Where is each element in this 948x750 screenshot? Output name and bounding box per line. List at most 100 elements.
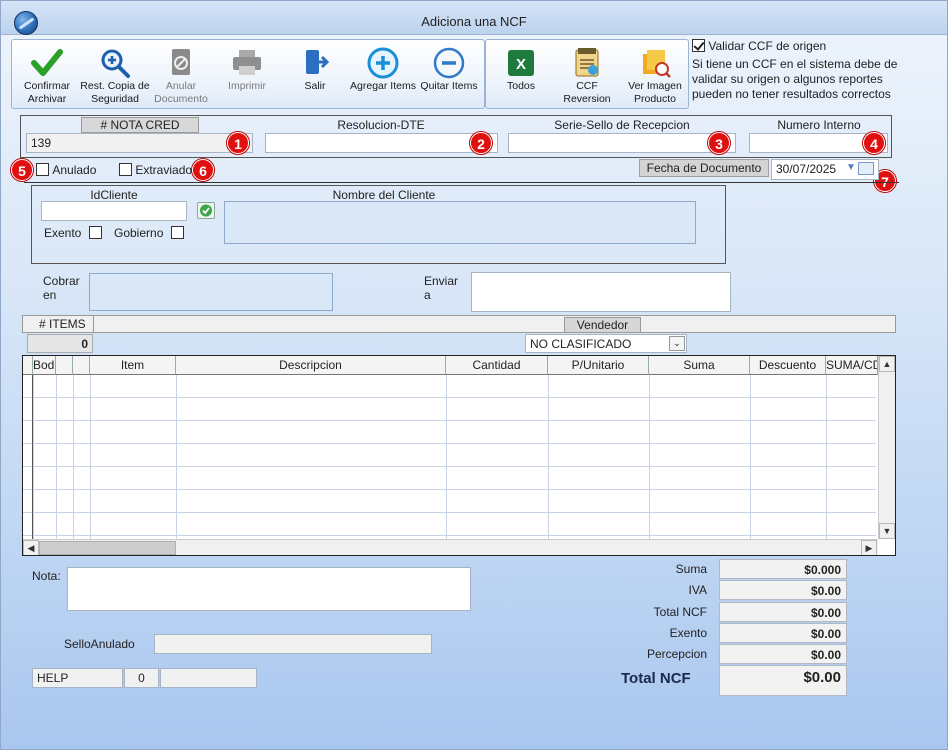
- grid-col-descuento[interactable]: Descuento: [750, 356, 826, 375]
- cobrar-en-field[interactable]: [89, 273, 333, 311]
- ccf-label: CCF Reversion: [563, 80, 611, 105]
- total-ncf-label: Total NCF: [653, 605, 707, 619]
- toolbar-export: X Todos CCF Reversion Ver Imagen Product…: [485, 39, 689, 109]
- nombre-cliente-field[interactable]: [224, 201, 696, 244]
- check-icon: [31, 49, 63, 76]
- grid-col-3[interactable]: [73, 356, 90, 375]
- grid-col-item[interactable]: Item: [90, 356, 176, 375]
- anular-label: Anular Documento: [154, 80, 208, 105]
- suma-label: Suma: [675, 562, 707, 576]
- cancel-document-icon: [172, 49, 190, 75]
- id-cliente-field[interactable]: [41, 201, 187, 221]
- quitar-items-button[interactable]: Quitar Items: [414, 40, 484, 110]
- grid-col-bodega[interactable]: Bodega: [33, 356, 56, 375]
- scroll-down-arrow-icon[interactable]: ▼: [879, 523, 895, 539]
- divider: [24, 182, 899, 183]
- anulado-checkbox[interactable]: [36, 163, 49, 177]
- grid-vertical-scrollbar[interactable]: ▲ ▼: [878, 356, 895, 539]
- validate-cliente-button[interactable]: [197, 202, 215, 219]
- gobierno-checkbox[interactable]: [170, 226, 184, 240]
- ccf-reversion-button[interactable]: CCF Reversion: [552, 40, 622, 110]
- rest-copia-button[interactable]: Rest. Copia de Seguridad: [80, 40, 150, 110]
- table-row[interactable]: [23, 444, 876, 467]
- table-row[interactable]: [23, 490, 876, 513]
- enviar-a-field[interactable]: [471, 272, 731, 312]
- grand-total-value: $0.00: [719, 665, 847, 696]
- table-row[interactable]: [23, 421, 876, 444]
- todos-label: Todos: [506, 80, 536, 92]
- extraviado-label: Extraviado: [135, 162, 193, 177]
- salir-button[interactable]: Salir: [280, 40, 350, 110]
- calendar-icon[interactable]: [858, 162, 874, 175]
- table-row[interactable]: [23, 513, 876, 536]
- nombre-cliente-label: Nombre del Cliente: [332, 188, 436, 202]
- grid-col-punitario[interactable]: P/Unitario: [548, 356, 649, 375]
- grid-col-suma[interactable]: Suma: [649, 356, 750, 375]
- check-circle-icon: [200, 204, 212, 217]
- grid-row-header: [23, 356, 33, 375]
- nota-field[interactable]: [67, 567, 471, 611]
- items-bar-sep: [93, 315, 94, 333]
- gobierno-label: Gobierno: [114, 225, 164, 240]
- table-row[interactable]: [23, 398, 876, 421]
- extraviado-checkbox[interactable]: [119, 163, 132, 177]
- table-row[interactable]: [23, 467, 876, 490]
- nota-cred-field[interactable]: 139: [26, 133, 253, 153]
- sello-anulado-field[interactable]: [154, 634, 432, 654]
- extraviado-row: Extraviado: [119, 162, 192, 177]
- ver-imagen-producto-button[interactable]: Ver Imagen Producto: [620, 40, 690, 110]
- suma-value: $0.000: [719, 559, 847, 579]
- grid-col-cantidad[interactable]: Cantidad: [446, 356, 548, 375]
- callout-badge-6: 6: [192, 159, 214, 181]
- callout-badge-3: 3: [708, 132, 730, 154]
- agregar-items-button[interactable]: Agregar Items: [348, 40, 418, 110]
- callout-badge-5: 5: [11, 159, 33, 181]
- grid-col-2[interactable]: [56, 356, 73, 375]
- confirmar-archivar-button[interactable]: Confirmar Archivar: [12, 40, 82, 110]
- table-row[interactable]: [23, 375, 876, 398]
- exit-icon: [306, 50, 330, 74]
- vendedor-select[interactable]: NO CLASIFICADO ⌄: [525, 334, 687, 353]
- nota-cred-label: # NOTA CRED: [81, 117, 199, 133]
- items-label: # ITEMS: [39, 317, 86, 331]
- exento-total-value: $0.00: [719, 623, 847, 643]
- sello-anulado-label: SelloAnulado: [64, 637, 135, 651]
- quitar-label: Quitar Items: [420, 80, 478, 92]
- magnify-plus-icon: [101, 49, 130, 78]
- chevron-down-icon[interactable]: ⌄: [669, 336, 685, 351]
- percepcion-label: Percepcion: [646, 647, 707, 661]
- serie-sello-label: Serie-Sello de Recepcion: [554, 118, 690, 132]
- scroll-right-arrow-icon[interactable]: ▶: [861, 540, 877, 555]
- imprimir-label: Imprimir: [228, 80, 266, 92]
- validar-ccf-checkbox[interactable]: [692, 39, 705, 53]
- imprimir-button[interactable]: Imprimir: [212, 40, 282, 110]
- scroll-left-arrow-icon[interactable]: ◀: [23, 540, 39, 555]
- salir-label: Salir: [304, 80, 326, 92]
- anular-documento-button[interactable]: Anular Documento: [146, 40, 216, 110]
- serie-sello-field[interactable]: [508, 133, 736, 153]
- grid-col-descripcion[interactable]: Descripcion: [176, 356, 446, 375]
- scroll-up-arrow-icon[interactable]: ▲: [879, 356, 895, 372]
- validar-ccf-label: Validar CCF de origen: [708, 38, 827, 53]
- total-ncf-value: $0.00: [719, 602, 847, 622]
- fecha-documento-value: 30/07/2025: [776, 162, 837, 176]
- cobrar-label-1: Cobrar: [43, 274, 80, 288]
- iva-value: $0.00: [719, 580, 847, 600]
- gobierno-row: Gobierno: [114, 225, 184, 240]
- cobrar-label-2: en: [43, 288, 57, 302]
- todos-button[interactable]: X Todos: [486, 40, 556, 110]
- items-grid[interactable]: Bodega Item Descripcion Cantidad P/Unita…: [22, 355, 896, 556]
- grid-horizontal-scrollbar[interactable]: ◀ ▶: [23, 539, 878, 555]
- printer-icon: [233, 50, 261, 75]
- enviar-label-2: a: [424, 288, 431, 302]
- exento-checkbox[interactable]: [88, 226, 102, 240]
- items-bar: [22, 315, 896, 333]
- h-scroll-thumb[interactable]: [39, 541, 176, 555]
- product-image-icon: [643, 50, 671, 78]
- fecha-documento-field[interactable]: 30/07/2025 ▼: [771, 159, 879, 180]
- date-dropdown-icon[interactable]: ▼: [846, 162, 856, 173]
- enviar-a-label: Enviar a: [424, 274, 458, 302]
- grid-col-suma-cd[interactable]: SUMA/CD: [826, 356, 878, 375]
- resolucion-dte-field[interactable]: [265, 133, 498, 153]
- toolbar-main: Confirmar Archivar Rest. Copia de Seguri…: [11, 39, 485, 109]
